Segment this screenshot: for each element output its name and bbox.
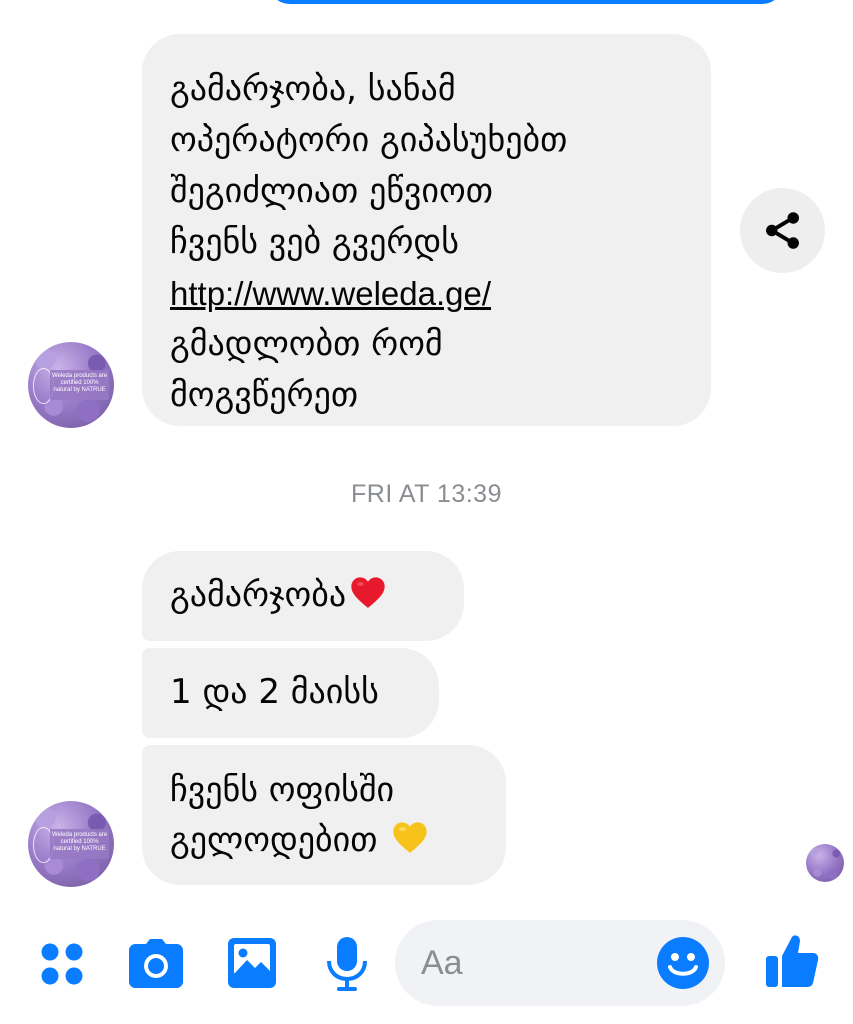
- message-text: 1 და 2 მაისს: [170, 672, 379, 712]
- message-bubble: გამარჯობა: [142, 551, 464, 641]
- previous-outgoing-bubble: [268, 0, 784, 4]
- message-line: ჩვენს ვებ გვერდს: [170, 222, 459, 262]
- sender-avatar[interactable]: Weleda products are certified 100% natur…: [28, 342, 114, 428]
- message-line: გელოდებით: [170, 815, 478, 865]
- message-line: ჩვენს ოფისში: [170, 770, 395, 810]
- gallery-icon[interactable]: [227, 937, 277, 989]
- message-input[interactable]: [421, 940, 641, 986]
- avatar-badge-line: Weleda products are: [51, 831, 108, 838]
- message-bubble: ჩვენს ოფისში გელოდებით: [142, 745, 506, 885]
- avatar-badge-line: natural by NATRUE: [53, 386, 106, 393]
- message-line: გამარჯობა, სანამ: [170, 69, 456, 109]
- share-icon: [766, 212, 799, 249]
- auto-reply-bubble: გამარჯობა, სანამ ოპერატორი გიპასუხებთ შე…: [142, 34, 711, 426]
- share-button[interactable]: [740, 188, 825, 273]
- message-timestamp: FRI AT 13:39: [351, 480, 502, 508]
- yellow-heart-icon: [393, 822, 427, 853]
- avatar-badge: Weleda products are certified 100% natur…: [50, 369, 109, 401]
- camera-icon[interactable]: [128, 938, 184, 990]
- avatar-badge-line: natural by NATRUE: [53, 845, 106, 852]
- microphone-icon[interactable]: [326, 936, 368, 992]
- message-text: გელოდებით: [170, 820, 378, 860]
- avatar-badge-line: certified 100%: [60, 379, 99, 386]
- avatar-background: [806, 844, 844, 882]
- message-line: გმადლობთ რომ: [170, 324, 443, 364]
- emoji-icon[interactable]: [656, 936, 710, 990]
- website-link[interactable]: http://www.weleda.ge/: [170, 268, 683, 319]
- like-icon[interactable]: [764, 933, 820, 989]
- red-heart-icon: [351, 577, 385, 608]
- message-line: ოპერატორი გიპასუხებთ: [170, 120, 568, 160]
- message-composer[interactable]: [395, 920, 725, 1006]
- avatar-badge-line: Weleda products are: [51, 372, 108, 379]
- avatar-badge-line: certified 100%: [60, 838, 99, 845]
- more-apps-icon[interactable]: [38, 940, 86, 988]
- message-bubble: 1 და 2 მაისს: [142, 648, 439, 738]
- read-receipt-avatar: [806, 844, 844, 882]
- message-text: გამარჯობა: [170, 575, 347, 615]
- message-line: მოგვწერეთ: [170, 375, 359, 415]
- avatar-badge: Weleda products are certified 100% natur…: [50, 828, 109, 860]
- message-line: შეგიძლიათ ეწვიოთ: [170, 171, 493, 211]
- sender-avatar[interactable]: Weleda products are certified 100% natur…: [28, 801, 114, 887]
